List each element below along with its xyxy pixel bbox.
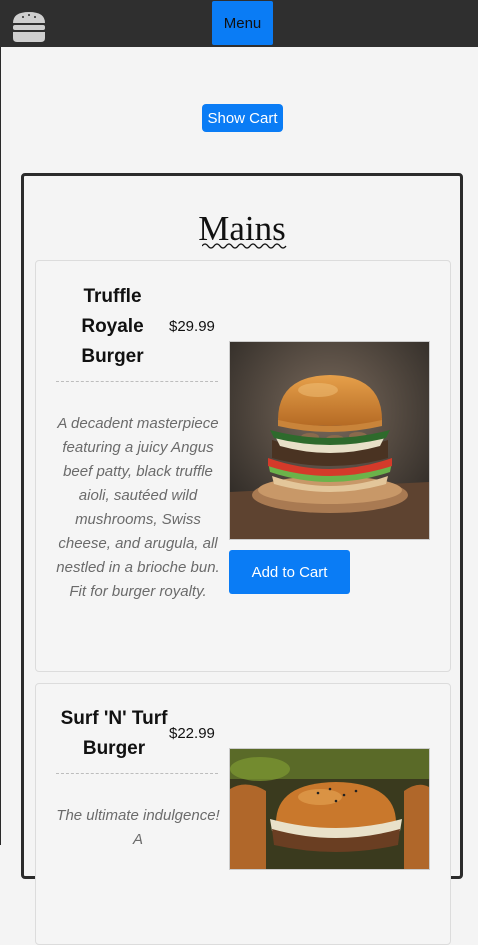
add-to-cart-button[interactable]: Add to Cart [229,550,350,594]
burger-icon[interactable] [11,11,47,43]
title-underline [202,243,287,249]
menu-button[interactable]: Menu [212,1,273,45]
item-price: $29.99 [169,318,215,335]
item-name: Surf 'N' Turf Burger [60,708,168,759]
item-divider [56,773,218,774]
show-cart-button[interactable]: Show Cart [202,104,283,132]
item-description: A decadent masterpiece featuring a juicy… [56,415,220,600]
item-divider [56,381,218,382]
page-edge [0,47,1,845]
item-price: $22.99 [169,725,215,742]
top-navbar: Menu [0,0,478,47]
mains-panel: Mains Truffle Royale Burger $29.99 A dec… [21,173,463,945]
menu-item-card: Surf 'N' Turf Burger $22.99 The ultimate… [35,683,451,945]
surf-turf-burger-image [229,748,430,870]
menu-item-card: Truffle Royale Burger $29.99 A decadent … [35,260,451,672]
truffle-burger-image [229,341,430,540]
item-name: Truffle Royale Burger [81,286,144,367]
